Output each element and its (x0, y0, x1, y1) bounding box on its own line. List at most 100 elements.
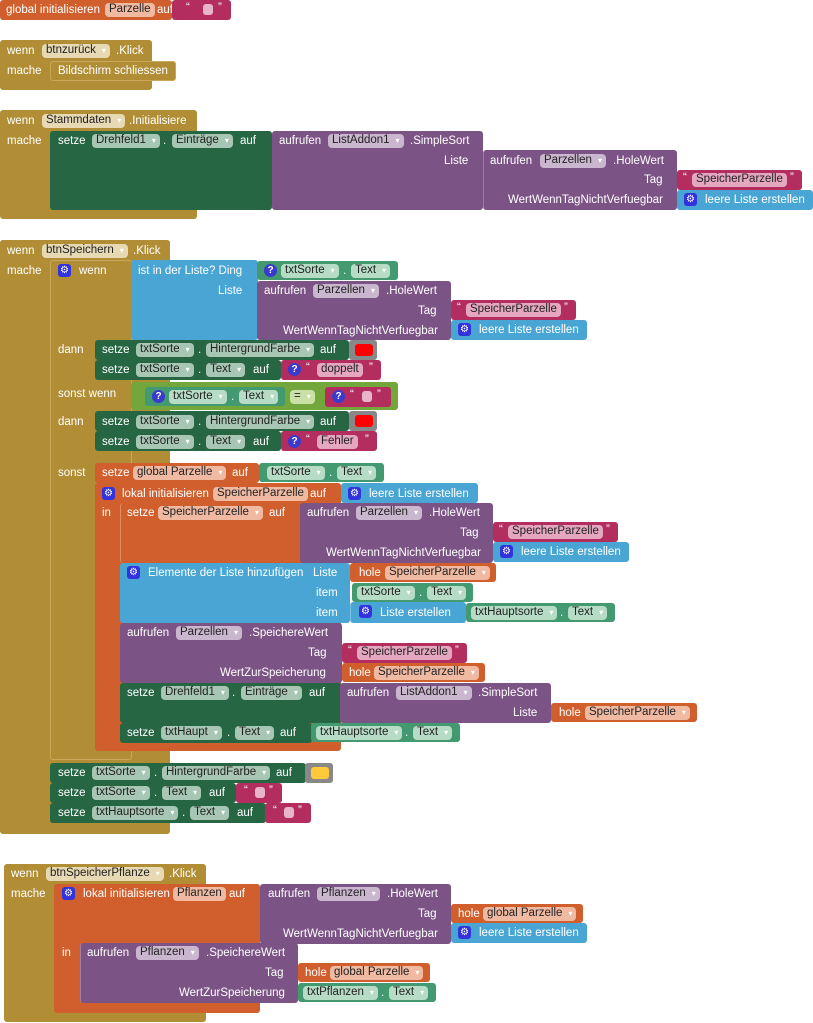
text-value[interactable]: doppelt (317, 363, 363, 377)
component-dropdown[interactable]: txtSorte (136, 415, 194, 429)
component-dropdown[interactable]: txtSorte (357, 586, 415, 600)
gear-icon[interactable]: ⚙ (458, 926, 471, 939)
property-dropdown[interactable]: Text (427, 586, 467, 600)
gear-icon[interactable]: ⚙ (359, 605, 372, 618)
help-icon[interactable]: ? (288, 363, 301, 376)
component-dropdown[interactable]: Parzellen (176, 626, 242, 640)
gear-icon[interactable]: ⚙ (684, 193, 697, 206)
method-name: .SpeichereWert (206, 947, 286, 959)
local-var-name[interactable]: SpeicherParzelle (213, 487, 308, 501)
variable-dropdown[interactable]: global Parzelle (330, 966, 424, 980)
help-icon[interactable]: ? (152, 390, 165, 403)
property-dropdown[interactable]: Text (235, 726, 275, 740)
quote-open: “ (244, 785, 248, 797)
property-dropdown[interactable]: Text (190, 806, 230, 820)
component-dropdown[interactable]: ListAddon1 (328, 134, 404, 148)
property-dropdown[interactable]: HintergrundFarbe (206, 415, 315, 429)
gear-icon[interactable]: ⚙ (500, 545, 513, 558)
gear-icon[interactable]: ⚙ (102, 487, 115, 500)
gear-icon[interactable]: ⚙ (458, 323, 471, 336)
text-value[interactable]: SpeicherParzelle (466, 303, 561, 317)
empty-text-block[interactable] (172, 0, 231, 20)
empty-string-field[interactable] (255, 787, 265, 798)
variable-dropdown[interactable]: SpeicherParzelle (385, 566, 490, 580)
component-dropdown[interactable]: txtHauptsorte (316, 726, 403, 740)
component-dropdown[interactable]: Pflanzen (136, 946, 199, 960)
auf-label: auf (232, 467, 248, 479)
component-dropdown[interactable]: txtSorte (92, 766, 150, 780)
component-dropdown[interactable]: txtHauptsorte (92, 806, 179, 820)
in-label: in (102, 507, 111, 519)
setze-label: setze (127, 507, 155, 519)
auf-label: auf (320, 416, 336, 428)
property-dropdown[interactable]: Text (389, 986, 429, 1000)
property-dropdown[interactable]: Text (337, 466, 377, 480)
auf-label: auf (240, 135, 256, 147)
component-dropdown[interactable]: Pflanzen (317, 887, 380, 901)
component-dropdown[interactable]: txtSorte (136, 435, 194, 449)
component-dropdown[interactable]: Parzellen (356, 506, 422, 520)
component-dropdown[interactable]: txtSorte (136, 343, 194, 357)
component-dropdown[interactable]: txtHaupt (161, 726, 222, 740)
property-dropdown[interactable]: Text (351, 264, 391, 278)
component-dropdown[interactable]: Drehfeld1 (92, 134, 160, 148)
empty-string-field[interactable] (362, 391, 372, 402)
text-value[interactable]: SpeicherParzelle (508, 525, 603, 539)
method-name: .HoleWert (613, 155, 664, 167)
property-dropdown[interactable]: Einträge (172, 134, 233, 148)
property-dropdown[interactable]: Text (568, 606, 608, 620)
component-dropdown[interactable]: txtSorte (92, 786, 150, 800)
help-icon[interactable]: ? (288, 435, 301, 448)
quote-close: ” (790, 172, 794, 184)
quote-open: “ (683, 172, 687, 184)
local-var-name[interactable]: Pflanzen (173, 887, 226, 901)
component-dropdown[interactable]: btnSpeicherPflanze (46, 867, 164, 881)
variable-dropdown[interactable]: SpeicherParzelle (374, 666, 479, 680)
component-dropdown[interactable]: Drehfeld1 (161, 686, 229, 700)
component-dropdown[interactable]: txtSorte (136, 363, 194, 377)
component-dropdown[interactable]: txtHauptsorte (471, 606, 558, 620)
text-value[interactable]: Fehler (317, 435, 358, 449)
text-value[interactable]: SpeicherParzelle (357, 646, 452, 660)
component-dropdown[interactable]: txtSorte (267, 466, 325, 480)
component-dropdown[interactable]: txtSorte (281, 264, 339, 278)
gear-icon[interactable]: ⚙ (62, 887, 75, 900)
help-icon[interactable]: ? (332, 390, 345, 403)
color-swatch-red[interactable] (355, 415, 373, 427)
property-dropdown[interactable]: HintergrundFarbe (162, 766, 271, 780)
property-dropdown[interactable]: Text (239, 390, 279, 404)
variable-dropdown[interactable]: global Parzelle (133, 466, 227, 480)
empty-string-field[interactable] (284, 807, 294, 818)
component-dropdown[interactable]: btnzurück (42, 44, 110, 58)
color-swatch-yellow[interactable] (311, 767, 329, 779)
variable-dropdown[interactable]: SpeicherParzelle (158, 506, 263, 520)
component-dropdown[interactable]: txtPflanzen (303, 986, 378, 1000)
property-dropdown[interactable]: Einträge (241, 686, 302, 700)
variable-dropdown[interactable]: global Parzelle (483, 907, 577, 921)
component-dropdown[interactable]: Parzellen (540, 154, 606, 168)
component-dropdown[interactable]: Parzellen (313, 284, 379, 298)
variable-dropdown[interactable]: SpeicherParzelle (585, 706, 690, 720)
help-icon[interactable]: ? (264, 264, 277, 277)
property-dropdown[interactable]: Text (413, 726, 453, 740)
auf-label: auf (209, 787, 225, 799)
auf-label: auf (309, 687, 325, 699)
color-swatch-red[interactable] (355, 344, 373, 356)
text-value[interactable]: SpeicherParzelle (692, 173, 787, 187)
component-dropdown[interactable]: Stammdaten (42, 114, 126, 128)
gear-icon[interactable]: ⚙ (58, 264, 71, 277)
setze-label: setze (127, 687, 155, 699)
gear-icon[interactable]: ⚙ (127, 566, 140, 579)
component-dropdown[interactable]: btnSpeichern (42, 244, 128, 258)
component-dropdown[interactable]: ListAddon1 (396, 686, 472, 700)
empty-string-field[interactable] (203, 4, 213, 15)
property-dropdown[interactable]: HintergrundFarbe (206, 343, 315, 357)
method-name: .SimpleSort (410, 135, 470, 147)
property-dropdown[interactable]: Text (162, 786, 202, 800)
gear-icon[interactable]: ⚙ (348, 487, 361, 500)
component-dropdown[interactable]: txtSorte (169, 390, 227, 404)
property-dropdown[interactable]: Text (206, 435, 246, 449)
operator-dropdown[interactable]: = (290, 390, 315, 404)
property-dropdown[interactable]: Text (206, 363, 246, 377)
global-var-name[interactable]: Parzelle (105, 3, 155, 17)
